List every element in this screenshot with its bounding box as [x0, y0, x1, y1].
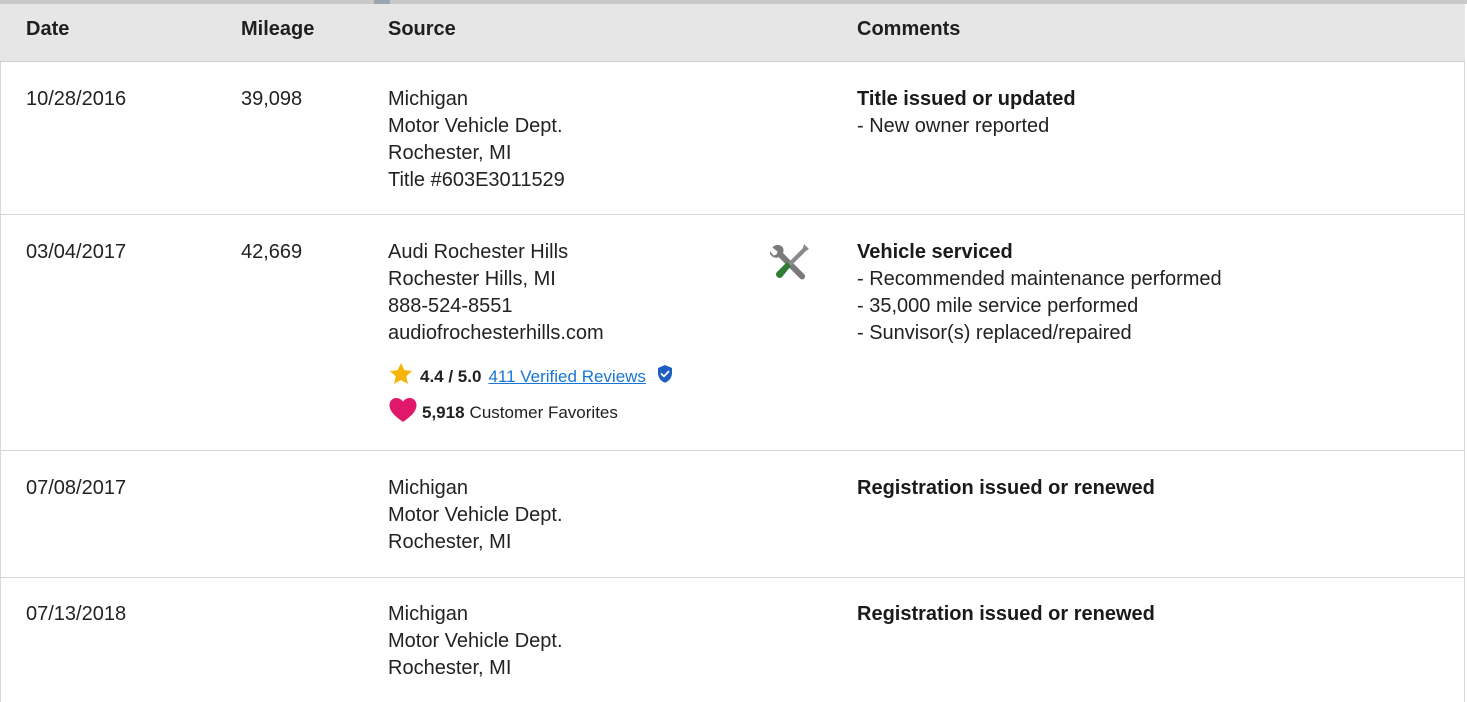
source-line: Rochester, MI	[388, 142, 512, 164]
rating-value: 4.4 / 5.0	[420, 366, 482, 386]
star-icon	[388, 361, 414, 392]
row-source: Audi Rochester Hills Rochester Hills, MI…	[388, 239, 768, 347]
dealer-rating: 4.4 / 5.0 411 Verified Reviews	[388, 361, 674, 392]
source-line: Michigan	[388, 603, 469, 625]
favorites-count: 5,918	[422, 402, 465, 422]
row-comments: Registration issued or renewed	[857, 601, 1417, 628]
comment-item: - Recommended maintenance performed	[857, 268, 1222, 290]
source-line: Motor Vehicle Dept.	[388, 504, 563, 526]
source-line: Audi Rochester Hills	[388, 241, 569, 263]
source-line: Michigan	[388, 477, 469, 499]
comment-title: Vehicle serviced	[857, 241, 1013, 263]
source-line: Motor Vehicle Dept.	[388, 115, 563, 137]
source-line: audiofrochesterhills.com	[388, 322, 604, 344]
comment-title: Registration issued or renewed	[857, 477, 1155, 499]
comment-title: Registration issued or renewed	[857, 603, 1155, 625]
source-line: Michigan	[388, 88, 469, 110]
source-line: Title #603E3011529	[388, 169, 565, 191]
row-date: 10/28/2016	[26, 88, 127, 110]
table-row: 03/04/2017 42,669 Audi Rochester Hills R…	[0, 215, 1465, 451]
verified-shield-icon	[656, 364, 674, 389]
row-mileage: 42,669	[241, 241, 303, 263]
source-line: Rochester Hills, MI	[388, 268, 556, 290]
source-line: Rochester, MI	[388, 531, 512, 553]
table-row: 10/28/2016 39,098 Michigan Motor Vehicle…	[0, 62, 1465, 215]
row-date: 03/04/2017	[26, 241, 127, 263]
row-mileage: 39,098	[241, 88, 303, 110]
row-date: 07/13/2018	[26, 603, 127, 625]
row-comments: Vehicle serviced - Recommended maintenan…	[857, 239, 1417, 347]
table-row: 07/13/2018 Michigan Motor Vehicle Dept. …	[0, 578, 1465, 702]
header-date: Date	[26, 18, 70, 40]
row-comments: Registration issued or renewed	[857, 475, 1417, 502]
table-row: 07/08/2017 Michigan Motor Vehicle Dept. …	[0, 451, 1465, 578]
comment-item: - New owner reported	[857, 115, 1050, 137]
header-mileage: Mileage	[241, 18, 315, 40]
header-comments: Comments	[857, 18, 961, 40]
comment-title: Title issued or updated	[857, 88, 1076, 110]
row-comments: Title issued or updated - New owner repo…	[857, 86, 1417, 140]
table-header: Date Mileage Source Comments	[0, 4, 1465, 62]
source-line: Motor Vehicle Dept.	[388, 630, 563, 652]
customer-favorites: 5,918 Customer Favorites	[388, 396, 618, 429]
wrench-screwdriver-icon	[769, 241, 812, 288]
comment-item: - 35,000 mile service performed	[857, 295, 1139, 317]
heart-icon	[388, 396, 418, 429]
verified-reviews-link[interactable]: 411 Verified Reviews	[488, 367, 646, 387]
row-source: Michigan Motor Vehicle Dept. Rochester, …	[388, 475, 768, 556]
header-source: Source	[388, 18, 456, 40]
comment-item: - Sunvisor(s) replaced/repaired	[857, 322, 1132, 344]
favorites-label: Customer Favorites	[469, 402, 618, 422]
source-line: Rochester, MI	[388, 657, 512, 679]
source-line: 888-524-8551	[388, 295, 513, 317]
row-date: 07/08/2017	[26, 477, 127, 499]
row-source: Michigan Motor Vehicle Dept. Rochester, …	[388, 601, 768, 682]
row-source: Michigan Motor Vehicle Dept. Rochester, …	[388, 86, 768, 194]
